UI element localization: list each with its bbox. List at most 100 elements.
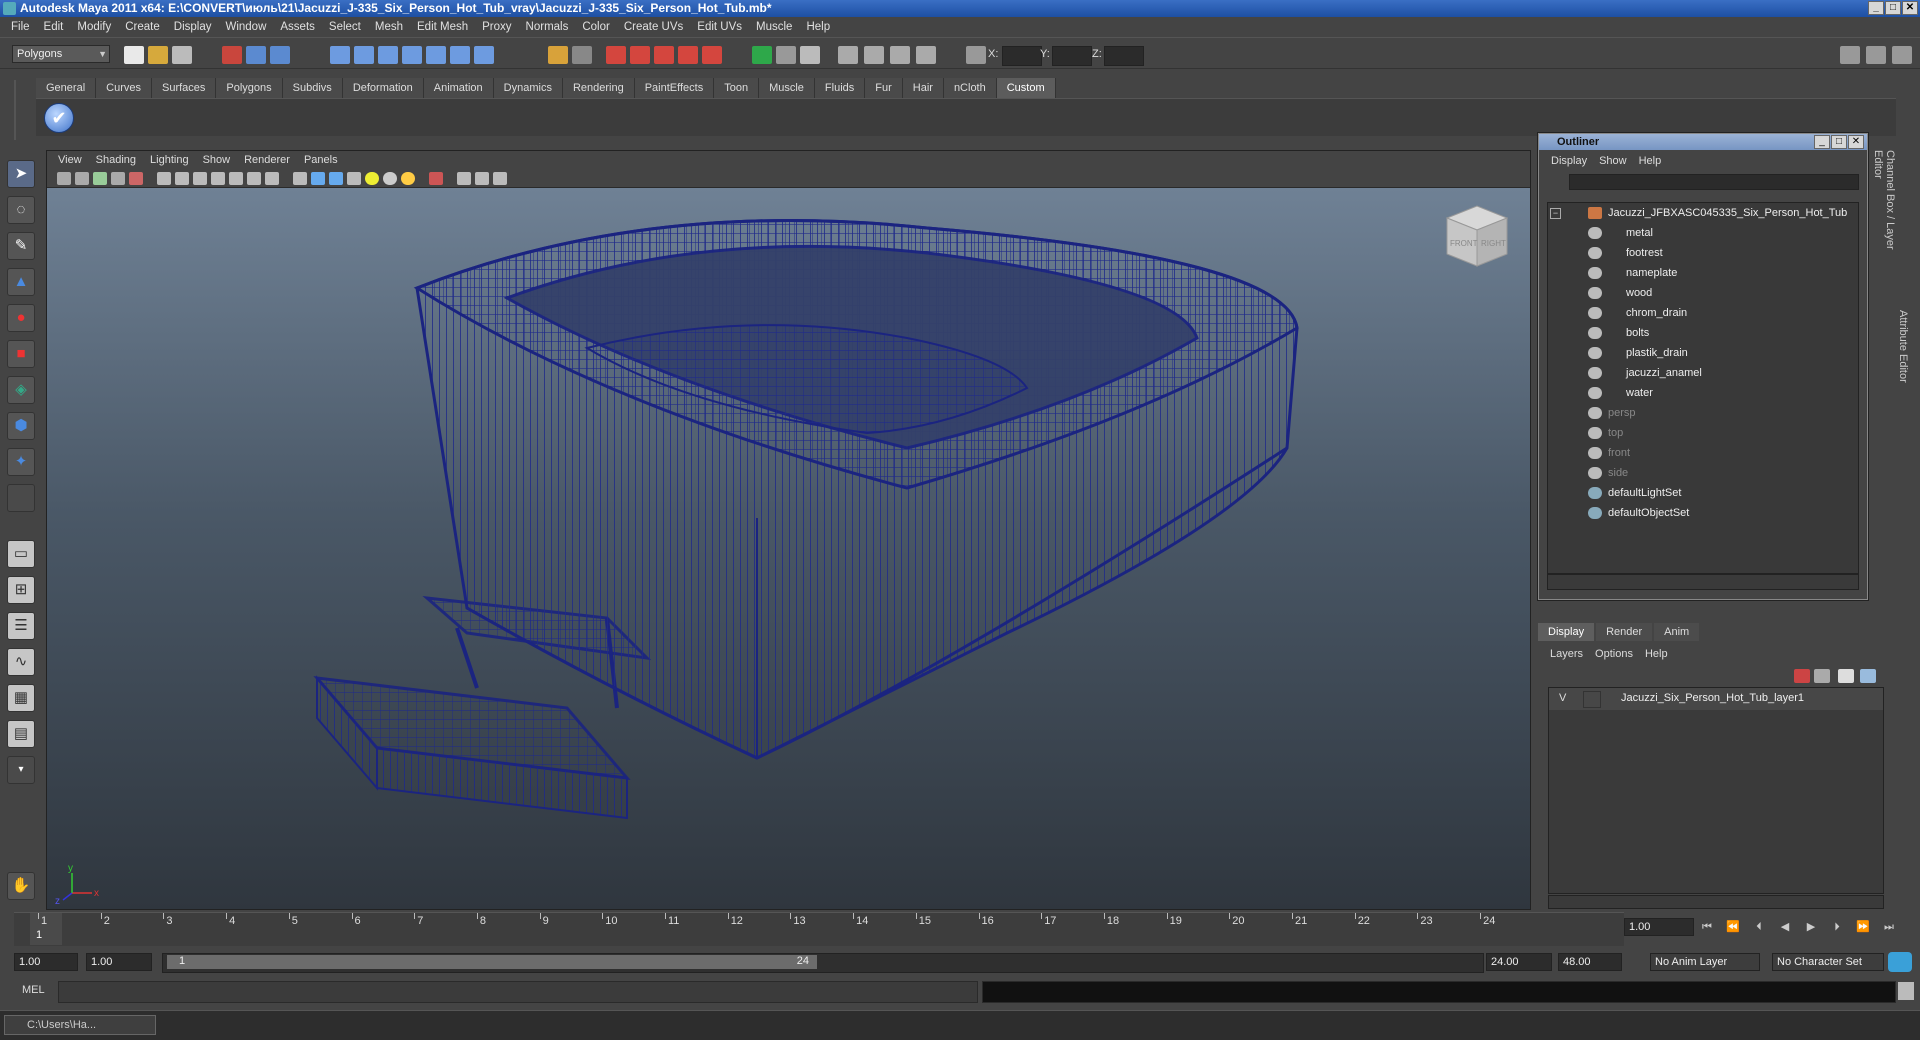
layer-tab-render[interactable]: Render: [1596, 623, 1653, 641]
shelf-tab-fur[interactable]: Fur: [865, 78, 903, 98]
outliner-minimize-button[interactable]: _: [1814, 135, 1830, 149]
outliner-root-row[interactable]: − Jacuzzi_JFBXASC045335_Six_Person_Hot_T…: [1548, 203, 1858, 223]
layout-four-icon[interactable]: [864, 46, 884, 64]
new-layer-empty-icon[interactable]: [1794, 669, 1810, 683]
outliner-child-row[interactable]: jacuzzi_anamel: [1548, 363, 1858, 383]
menu-assets[interactable]: Assets: [273, 17, 322, 37]
outliner-child-row[interactable]: nameplate: [1548, 263, 1858, 283]
smooth-shade-icon[interactable]: [311, 172, 325, 185]
vp-menu-shading[interactable]: Shading: [89, 151, 143, 169]
menu-normals[interactable]: Normals: [519, 17, 576, 37]
menu-edit-uvs[interactable]: Edit UVs: [690, 17, 749, 37]
layout-outliner-pane-icon[interactable]: ☰: [7, 612, 35, 640]
shelf-tab-rendering[interactable]: Rendering: [562, 78, 635, 98]
command-language-label[interactable]: MEL: [22, 984, 45, 996]
layer-tab-anim[interactable]: Anim: [1654, 623, 1700, 641]
range-slider-handle[interactable]: 1 24: [167, 955, 817, 969]
shelf-tab-curves[interactable]: Curves: [96, 78, 152, 98]
select-object-icon[interactable]: [246, 46, 266, 64]
input-line-icon[interactable]: [752, 46, 772, 64]
menu-edit[interactable]: Edit: [37, 17, 71, 37]
layer-row[interactable]: V Jacuzzi_Six_Person_Hot_Tub_layer1: [1549, 688, 1883, 710]
layer-menu-layers[interactable]: Layers: [1544, 645, 1589, 663]
gate-mask-icon[interactable]: [211, 172, 225, 185]
outliner-menu-display[interactable]: Display: [1545, 152, 1593, 170]
select-component-icon[interactable]: [270, 46, 290, 64]
help-icon[interactable]: [474, 46, 494, 64]
menu-select[interactable]: Select: [322, 17, 368, 37]
step-back-icon[interactable]: ⏪: [1722, 918, 1744, 936]
x-field[interactable]: [1002, 46, 1042, 66]
play-forwards-icon[interactable]: ▶: [1800, 918, 1822, 936]
shelf-tab-surfaces[interactable]: Surfaces: [151, 78, 217, 98]
select-hierarchy-icon[interactable]: [222, 46, 242, 64]
close-button[interactable]: ✕: [1902, 1, 1918, 15]
outliner-camera-row[interactable]: front: [1548, 443, 1858, 463]
y-field[interactable]: [1052, 46, 1092, 66]
anim-layer-dropdown[interactable]: No Anim Layer: [1650, 953, 1760, 971]
layer-color-swatch[interactable]: [1605, 691, 1619, 706]
layer-playback-toggle[interactable]: [1583, 691, 1601, 708]
vp-menu-show[interactable]: Show: [196, 151, 238, 169]
step-back-key-icon[interactable]: ⏴: [1748, 918, 1770, 936]
grid-icon[interactable]: [157, 172, 171, 185]
outliner-camera-row[interactable]: side: [1548, 463, 1858, 483]
layout-graph-icon[interactable]: [916, 46, 936, 64]
play-backwards-icon[interactable]: ◀: [1774, 918, 1796, 936]
vp-menu-lighting[interactable]: Lighting: [143, 151, 196, 169]
anim-start-field[interactable]: 1.00: [14, 953, 78, 971]
isolate-select-icon[interactable]: [457, 172, 471, 185]
go-to-end-icon[interactable]: ⏭: [1878, 918, 1900, 936]
outliner-child-row[interactable]: footrest: [1548, 243, 1858, 263]
render-frame-icon[interactable]: [606, 46, 626, 64]
menu-set-dropdown[interactable]: Polygons ▼: [12, 45, 110, 63]
layer-menu-help[interactable]: Help: [1639, 645, 1674, 663]
render-settings-icon[interactable]: [654, 46, 674, 64]
minimize-button[interactable]: _: [1868, 1, 1884, 15]
shelf-tab-animation[interactable]: Animation: [423, 78, 494, 98]
outliner-camera-row[interactable]: top: [1548, 423, 1858, 443]
outliner-child-row[interactable]: bolts: [1548, 323, 1858, 343]
new-layer-selected-icon[interactable]: [1814, 669, 1830, 683]
toggle-tool-settings-icon[interactable]: [1866, 46, 1886, 64]
new-scene-icon[interactable]: [124, 46, 144, 64]
minimized-window-button[interactable]: C:\Users\Ha...: [4, 1015, 156, 1035]
absolute-transform-icon[interactable]: [966, 46, 986, 64]
make-live-icon[interactable]: [426, 46, 446, 64]
shelf-tab-fluids[interactable]: Fluids: [814, 78, 866, 98]
range-slider-track[interactable]: 1 24: [162, 953, 1484, 973]
safe-title-icon[interactable]: [265, 172, 279, 185]
anim-end-field[interactable]: 48.00: [1558, 953, 1622, 971]
construction-history-icon[interactable]: [572, 46, 592, 64]
command-input[interactable]: [58, 981, 978, 1003]
playback-end-field[interactable]: 24.00: [1486, 953, 1552, 971]
outliner-filter-input[interactable]: [1569, 174, 1859, 190]
camera-select-icon[interactable]: [57, 172, 71, 185]
menu-proxy[interactable]: Proxy: [475, 17, 518, 37]
shelf-tab-ncloth[interactable]: nCloth: [943, 78, 997, 98]
textured-icon[interactable]: [347, 172, 361, 185]
snap-grid-icon[interactable]: [330, 46, 350, 64]
channel-box-tab[interactable]: Channel Box / Layer Editor: [1868, 150, 1896, 280]
shelf-handle[interactable]: [14, 80, 28, 140]
check-icon[interactable]: ✔: [44, 103, 74, 133]
outliner-child-row[interactable]: metal: [1548, 223, 1858, 243]
expand-layouts-icon[interactable]: ▾: [7, 756, 35, 784]
frame-all-icon[interactable]: [475, 172, 489, 185]
open-scene-icon[interactable]: [148, 46, 168, 64]
attribute-editor-tab[interactable]: Attribute Editor: [1893, 310, 1917, 400]
safe-action-icon[interactable]: [247, 172, 261, 185]
perspective-viewport[interactable]: View Shading Lighting Show Renderer Pane…: [46, 150, 1531, 910]
outliner-horizontal-scrollbar[interactable]: [1547, 574, 1859, 590]
vp-menu-view[interactable]: View: [51, 151, 89, 169]
outliner-set-row[interactable]: defaultObjectSet: [1548, 503, 1858, 523]
shelf-tab-painteffects[interactable]: PaintEffects: [634, 78, 715, 98]
frame-selection-icon[interactable]: [493, 172, 507, 185]
menu-window[interactable]: Window: [218, 17, 273, 37]
outliner-set-row[interactable]: defaultLightSet: [1548, 483, 1858, 503]
layer-tab-display[interactable]: Display: [1538, 623, 1595, 641]
layer-visibility-toggle[interactable]: V: [1559, 692, 1566, 704]
hand-icon[interactable]: ✋: [7, 872, 35, 900]
menu-file[interactable]: File: [4, 17, 37, 37]
save-scene-icon[interactable]: [172, 46, 192, 64]
